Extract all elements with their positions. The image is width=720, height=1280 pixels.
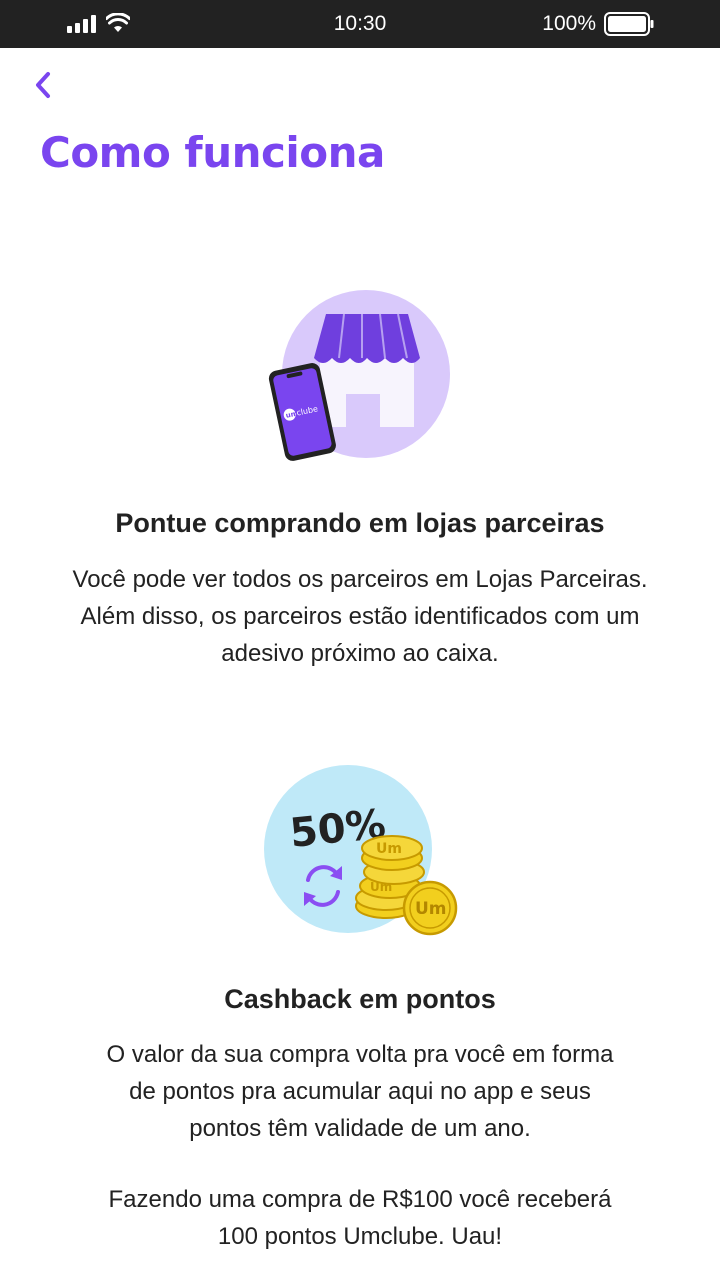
text-line: pontos têm validade de um ano. bbox=[189, 1115, 531, 1142]
section-text-cashback-example: Fazendo uma compra de R$100 você receber… bbox=[40, 1181, 680, 1255]
text-line: de pontos pra acumular aqui no app e seu… bbox=[129, 1078, 591, 1105]
cashback-coins-illustration: 50% Um Um Um bbox=[264, 765, 458, 936]
battery-percentage: 100% bbox=[542, 12, 596, 35]
section-text-partner-stores: Você pode ver todos os parceiros em Loja… bbox=[40, 561, 680, 672]
coin-label: Um bbox=[415, 899, 447, 919]
text-line: O valor da sua compra volta pra você em … bbox=[106, 1041, 614, 1068]
page-title: Como funciona bbox=[40, 128, 385, 177]
battery-icon bbox=[604, 12, 654, 36]
section-text-cashback: O valor da sua compra volta pra você em … bbox=[40, 1036, 680, 1147]
text-line: adesivo próximo ao caixa. bbox=[221, 640, 499, 667]
section-title-cashback: Cashback em pontos bbox=[224, 984, 496, 1014]
text-line: 100 pontos Umclube. Uau! bbox=[217, 1223, 503, 1250]
section-title-partner-stores: Pontue comprando em lojas parceiras bbox=[115, 508, 605, 538]
status-bar: 10:30 100% bbox=[0, 0, 720, 48]
store-phone-illustration: um clube bbox=[268, 290, 450, 461]
back-button[interactable] bbox=[26, 66, 60, 104]
chevron-left-icon bbox=[36, 72, 50, 98]
text-line: Você pode ver todos os parceiros em Loja… bbox=[72, 566, 648, 593]
text-line: Fazendo uma compra de R$100 você receber… bbox=[108, 1186, 612, 1213]
text-line: Além disso, os parceiros estão identific… bbox=[80, 603, 640, 630]
svg-text:Um: Um bbox=[376, 841, 402, 857]
svg-text:Um: Um bbox=[370, 880, 392, 894]
